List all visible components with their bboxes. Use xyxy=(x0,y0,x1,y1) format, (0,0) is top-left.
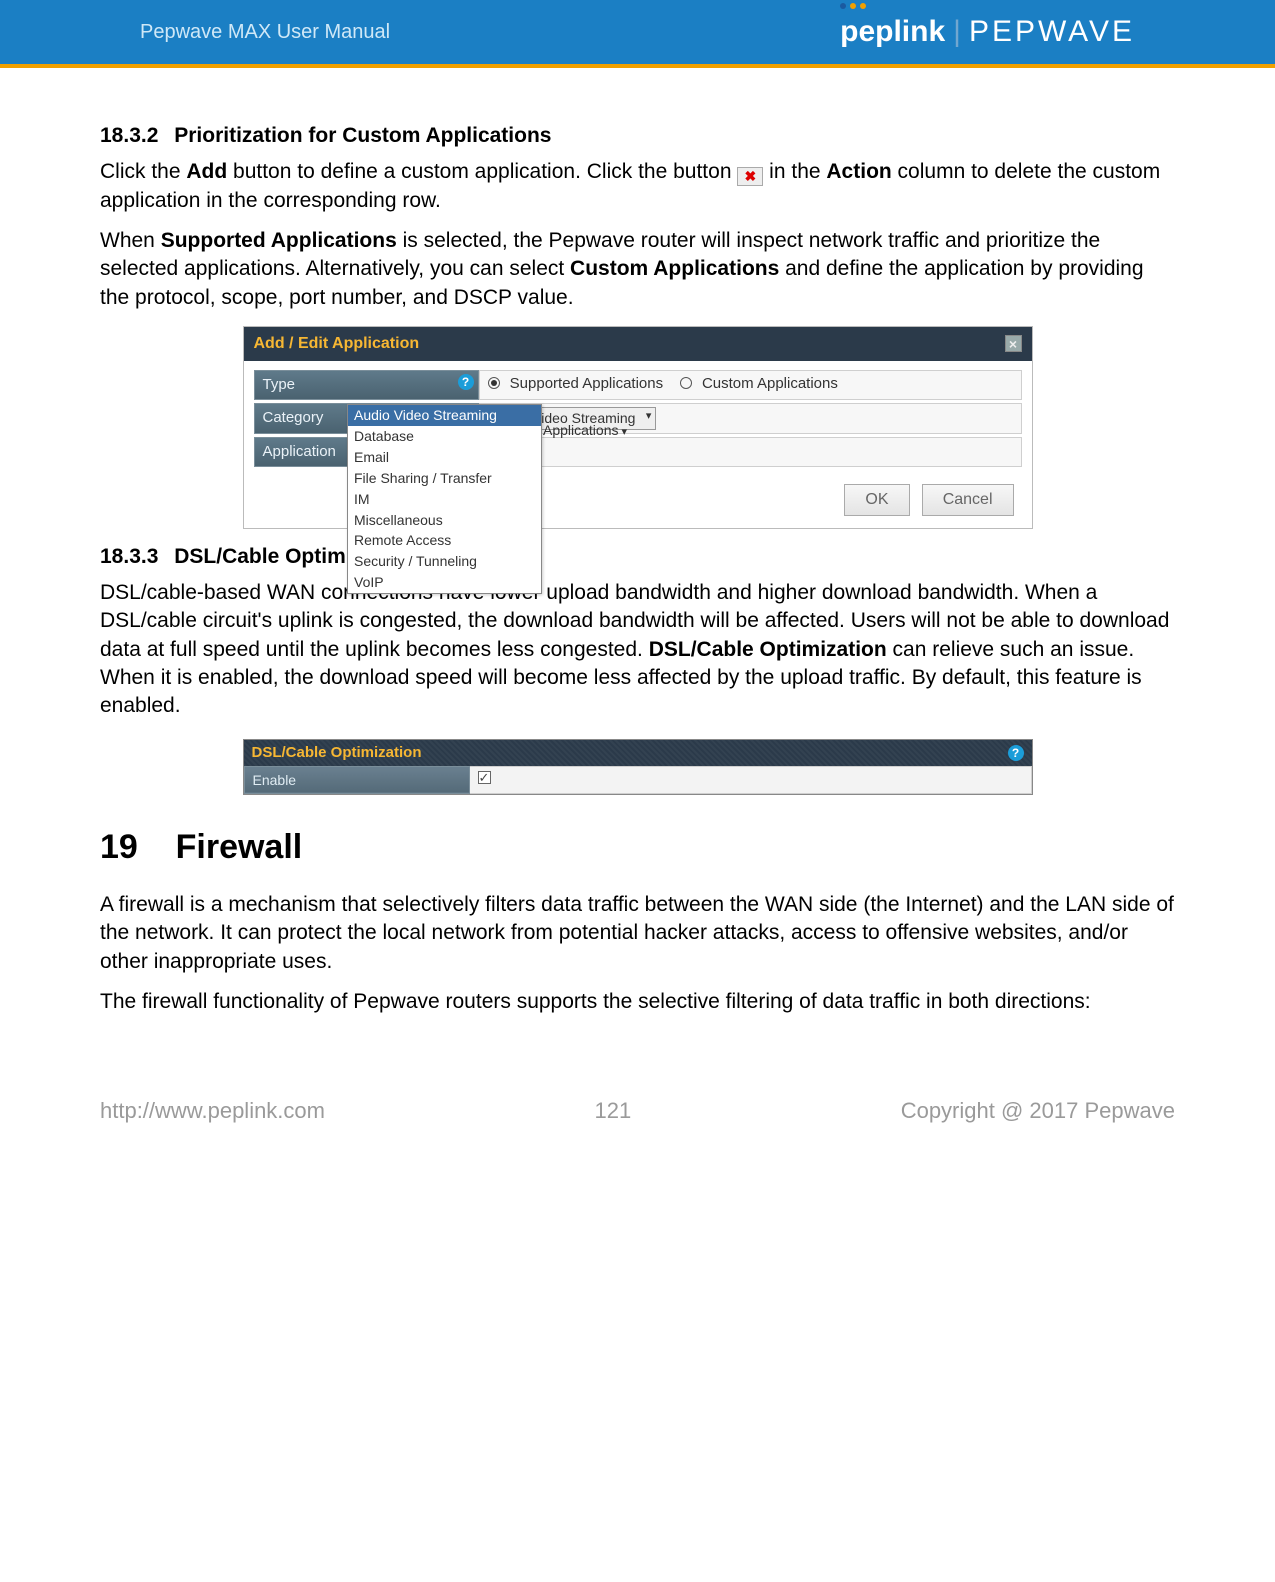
close-icon[interactable]: × xyxy=(1005,335,1022,352)
panel-header: Add / Edit Application × xyxy=(244,327,1032,361)
radio-custom-label: Custom Applications xyxy=(702,375,838,392)
applications-select-hint[interactable]: Applications xyxy=(543,421,627,440)
chapter-19-heading: 19 Firewall xyxy=(100,825,1175,871)
help-icon[interactable]: ? xyxy=(1008,745,1024,761)
application-field xyxy=(479,437,1022,467)
dropdown-item[interactable]: File Sharing / Transfer xyxy=(348,468,541,489)
dropdown-item[interactable]: Miscellaneous xyxy=(348,510,541,531)
radio-supported-label: Supported Applications xyxy=(510,375,663,392)
section-title: Prioritization for Custom Applications xyxy=(174,124,551,147)
footer-page-number: 121 xyxy=(594,1098,631,1124)
delete-icon: ✖ xyxy=(737,167,763,186)
panel2-title: DSL/Cable Optimization xyxy=(252,743,422,763)
para-18-3-3: DSL/cable-based WAN connections have low… xyxy=(100,579,1175,721)
panel-title: Add / Edit Application xyxy=(254,333,420,355)
dropdown-item[interactable]: Remote Access xyxy=(348,530,541,551)
section-number: 18.3.2 xyxy=(100,122,158,150)
type-field: Supported Applications Custom Applicatio… xyxy=(479,370,1022,400)
section-18-3-2-heading: 18.3.2 Prioritization for Custom Applica… xyxy=(100,122,1175,150)
para-18-3-2-1: Click the Add button to define a custom … xyxy=(100,158,1175,215)
page-footer: http://www.peplink.com 121 Copyright @ 2… xyxy=(0,1058,1275,1144)
brand-peplink: peplink xyxy=(840,15,945,48)
radio-custom[interactable] xyxy=(680,377,692,389)
add-edit-application-figure: Add / Edit Application × Type ? Supporte… xyxy=(100,326,1175,529)
para-18-3-2-2: When Supported Applications is selected,… xyxy=(100,227,1175,312)
chapter-title: Firewall xyxy=(176,828,303,866)
dropdown-item[interactable]: Email xyxy=(348,447,541,468)
category-dropdown[interactable]: Audio Video Streaming Database Email Fil… xyxy=(347,404,542,594)
enable-checkbox[interactable] xyxy=(478,771,491,784)
brand-logo: peplink | PEPWAVE xyxy=(840,15,1135,49)
para-19-2: The firewall functionality of Pepwave ro… xyxy=(100,988,1175,1016)
dsl-optimization-figure: DSL/Cable Optimization ? Enable xyxy=(100,739,1175,796)
dropdown-item[interactable]: Audio Video Streaming xyxy=(348,405,541,426)
dropdown-item[interactable]: VoIP xyxy=(348,572,541,593)
enable-label: Enable xyxy=(244,766,469,793)
section-18-3-3-heading: 18.3.3 DSL/Cable Optimization xyxy=(100,543,1175,571)
panel2-header: DSL/Cable Optimization ? xyxy=(244,740,1032,766)
footer-copyright: Copyright @ 2017 Pepwave xyxy=(901,1098,1175,1124)
chapter-number: 19 xyxy=(100,828,138,866)
dropdown-item[interactable]: Database xyxy=(348,426,541,447)
page-body: 18.3.2 Prioritization for Custom Applica… xyxy=(0,68,1275,1058)
radio-supported[interactable] xyxy=(488,377,500,389)
header-bar: Pepwave MAX User Manual peplink | PEPWAV… xyxy=(0,0,1275,68)
footer-url: http://www.peplink.com xyxy=(100,1098,325,1124)
cancel-button[interactable]: Cancel xyxy=(922,484,1014,516)
manual-title: Pepwave MAX User Manual xyxy=(140,21,390,44)
section-number: 18.3.3 xyxy=(100,543,158,571)
enable-field xyxy=(469,766,1031,793)
dropdown-item[interactable]: Security / Tunneling xyxy=(348,551,541,572)
brand-pepwave: PEPWAVE xyxy=(969,15,1135,49)
type-label: Type ? xyxy=(254,370,479,400)
ok-button[interactable]: OK xyxy=(844,484,909,516)
help-icon[interactable]: ? xyxy=(458,374,474,390)
dropdown-item[interactable]: IM xyxy=(348,489,541,510)
para-19-1: A firewall is a mechanism that selective… xyxy=(100,891,1175,976)
